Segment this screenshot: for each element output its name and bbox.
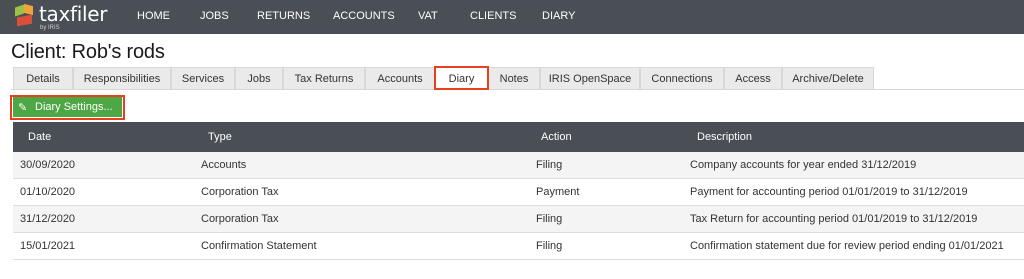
nav-returns[interactable]: RETURNS	[257, 10, 310, 22]
tab-notes[interactable]: Notes	[488, 67, 540, 90]
column-header-description[interactable]: Description	[697, 131, 752, 143]
logo-wordmark: taxfiler	[39, 2, 108, 26]
diary-table: Date Type Action Description 30/09/2020 …	[13, 122, 1024, 260]
cell-description: Company accounts for year ended 31/12/20…	[690, 159, 917, 171]
logo-byline: by IRIS	[40, 25, 60, 31]
logo-mark-icon	[14, 3, 36, 28]
nav-clients[interactable]: CLIENTS	[470, 10, 516, 22]
nav-vat[interactable]: VAT	[418, 10, 438, 22]
column-header-date[interactable]: Date	[28, 131, 51, 143]
cell-date: 31/12/2020	[20, 213, 76, 225]
page-title: Client: Rob's rods	[11, 41, 165, 63]
tab-responsibilities[interactable]: Responsibilities	[73, 67, 171, 90]
table-row[interactable]: 01/10/2020 Corporation Tax Payment Payme…	[13, 179, 1024, 206]
cell-description: Payment for accounting period 01/01/2019…	[690, 186, 968, 198]
table-row[interactable]: 30/09/2020 Accounts Filing Company accou…	[13, 152, 1024, 179]
cell-action: Payment	[536, 186, 580, 198]
cell-date: 30/09/2020	[20, 159, 76, 171]
tab-access[interactable]: Access	[724, 67, 782, 90]
tab-accounts[interactable]: Accounts	[365, 67, 435, 90]
diary-settings-highlight	[10, 95, 125, 120]
table-header: Date Type Action Description	[13, 122, 1024, 152]
nav-diary[interactable]: DIARY	[542, 10, 575, 22]
nav-jobs[interactable]: JOBS	[200, 10, 229, 22]
cell-description: Tax Return for accounting period 01/01/2…	[690, 213, 978, 225]
table-row[interactable]: 15/01/2021 Confirmation Statement Filing…	[13, 233, 1024, 260]
cell-type: Confirmation Statement	[201, 240, 317, 252]
tab-services[interactable]: Services	[171, 67, 235, 90]
table-row[interactable]: 31/12/2020 Corporation Tax Filing Tax Re…	[13, 206, 1024, 233]
tab-jobs[interactable]: Jobs	[235, 67, 283, 90]
column-header-type[interactable]: Type	[208, 131, 232, 143]
diary-tab-highlight	[434, 66, 489, 90]
tab-connections[interactable]: Connections	[640, 67, 724, 90]
tab-tax-returns[interactable]: Tax Returns	[283, 67, 365, 90]
nav-accounts[interactable]: ACCOUNTS	[333, 10, 395, 22]
cell-action: Filing	[536, 240, 563, 252]
tabs-divider	[11, 89, 1024, 90]
cell-action: Filing	[536, 159, 563, 171]
cell-description: Confirmation statement due for review pe…	[690, 240, 1004, 252]
nav-home[interactable]: HOME	[137, 10, 170, 22]
top-navigation-bar: taxfiler by IRIS HOME JOBS RETURNS ACCOU…	[0, 0, 1024, 34]
tab-archive-delete[interactable]: Archive/Delete	[782, 67, 874, 90]
cell-type: Accounts	[201, 159, 247, 171]
cell-type: Corporation Tax	[201, 213, 279, 225]
cell-type: Corporation Tax	[201, 186, 279, 198]
tab-iris-openspace[interactable]: IRIS OpenSpace	[540, 67, 640, 90]
tab-details[interactable]: Details	[13, 67, 73, 90]
cell-action: Filing	[536, 213, 563, 225]
cell-date: 01/10/2020	[20, 186, 76, 198]
cell-date: 15/01/2021	[20, 240, 76, 252]
taxfiler-logo[interactable]: taxfiler by IRIS	[14, 2, 108, 31]
column-header-action[interactable]: Action	[541, 131, 572, 143]
